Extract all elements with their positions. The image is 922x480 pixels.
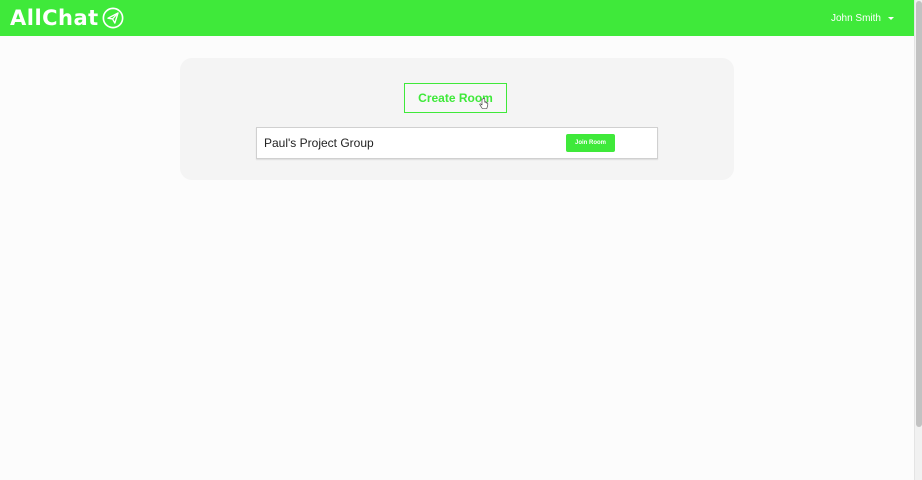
paper-plane-icon — [102, 7, 124, 29]
rooms-panel: Create Room Paul's Project Group Join Ro… — [180, 58, 734, 180]
vertical-scrollbar[interactable] — [914, 0, 922, 480]
create-room-button[interactable]: Create Room — [404, 83, 507, 113]
join-room-button[interactable]: Join Room — [566, 134, 615, 152]
brand-link[interactable]: AllChat — [10, 5, 124, 31]
scrollbar-thumb[interactable] — [916, 1, 922, 427]
room-list-item: Paul's Project Group Join Room — [256, 127, 658, 159]
hand-cursor-icon — [479, 98, 489, 109]
caret-down-icon — [888, 16, 894, 20]
user-name: John Smith — [830, 12, 881, 24]
user-menu-dropdown[interactable]: John Smith — [831, 0, 894, 36]
brand-name: AllChat — [10, 6, 99, 30]
room-name: Paul's Project Group — [264, 136, 374, 150]
top-navbar: AllChat John Smith — [0, 0, 914, 36]
